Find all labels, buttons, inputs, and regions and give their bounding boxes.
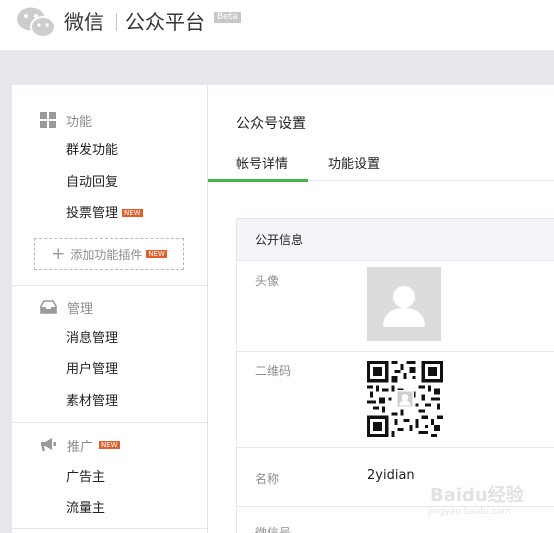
sidebar-item-vote-management[interactable]: 投票管理 NEW: [66, 205, 143, 223]
sidebar-section-promotion: 推广 NEW: [40, 435, 120, 455]
sidebar-item-message-management[interactable]: 消息管理: [66, 330, 118, 348]
tab-bar: 帐号详情 功能设置: [208, 145, 554, 182]
sidebar: 功能 群发功能 自动回复 投票管理 NEW + 添加功能插件 NEW 管理 消息管理…: [12, 85, 208, 533]
sidebar-item-label: 投票管理: [66, 206, 119, 221]
sidebar-item-label: 广告主: [66, 470, 106, 485]
tab-feature-settings[interactable]: 功能设置: [328, 153, 380, 172]
brand-divider: [116, 13, 117, 31]
baidu-watermark: Baidu经验 jingyan.baidu.com: [426, 481, 554, 521]
new-badge: NEW: [146, 250, 167, 258]
top-header: 微信 公众平台 Beta: [0, 0, 554, 50]
watermark-url: jingyan.baidu.com: [428, 507, 512, 517]
sidebar-item-label: 流量主: [66, 501, 106, 516]
avatar-label: 头像: [255, 274, 280, 288]
sidebar-item-user-management[interactable]: 用户管理: [66, 361, 118, 379]
sidebar-item-label: 消息管理: [66, 331, 119, 346]
add-plugin-button[interactable]: + 添加功能插件 NEW: [34, 238, 184, 270]
grid-icon: [40, 112, 56, 128]
inbox-icon: [40, 300, 57, 314]
avatar[interactable]: [367, 267, 441, 341]
account-name-value: 2yidian: [367, 468, 415, 483]
sidebar-section-title: 管理: [67, 301, 94, 317]
sidebar-item-traffic-owner[interactable]: 流量主: [66, 500, 105, 518]
qrcode-image[interactable]: [367, 361, 443, 437]
sidebar-section-title: 功能: [66, 114, 93, 130]
new-badge: NEW: [99, 441, 120, 449]
sidebar-item-label: 自动回复: [66, 175, 119, 190]
sidebar-section-management: 管理: [40, 297, 93, 317]
sidebar-section-features: 功能: [40, 110, 92, 130]
wechat-logo-icon[interactable]: [16, 6, 56, 40]
panel-heading: 公开信息: [237, 219, 554, 261]
sidebar-item-mass-send[interactable]: 群发功能: [66, 142, 118, 160]
sidebar-item-label: 群发功能: [66, 143, 119, 158]
main-content: 公众号设置 帐号详情 功能设置 公开信息 头像 二维码 名称 2yidian 微…: [208, 85, 554, 533]
sidebar-divider: [12, 528, 207, 529]
sidebar-item-advertiser[interactable]: 广告主: [66, 469, 105, 487]
qrcode-label: 二维码: [255, 364, 292, 378]
sidebar-item-label: 用户管理: [66, 362, 119, 377]
row-divider: [237, 351, 554, 352]
user-placeholder-icon: [383, 286, 425, 327]
add-plugin-label: 添加功能插件: [70, 247, 143, 262]
plus-icon: +: [51, 243, 66, 264]
tab-account-details[interactable]: 帐号详情: [236, 153, 288, 172]
megaphone-icon: [40, 438, 57, 452]
row-divider: [237, 447, 554, 448]
active-tab-indicator: [208, 179, 308, 182]
brand-name[interactable]: 微信: [64, 9, 104, 35]
watermark-text: Baidu经验: [430, 485, 524, 506]
page-title: 公众号设置: [236, 116, 306, 132]
sidebar-item-material-management[interactable]: 素材管理: [66, 393, 118, 411]
beta-badge: Beta: [214, 12, 241, 23]
sidebar-section-title: 推广: [67, 439, 94, 455]
sidebar-item-label: 素材管理: [66, 394, 119, 409]
sidebar-divider: [12, 285, 207, 286]
sidebar-item-auto-reply[interactable]: 自动回复: [66, 174, 118, 192]
new-badge: NEW: [122, 209, 143, 217]
name-label: 名称: [255, 472, 280, 486]
platform-name[interactable]: 公众平台: [125, 9, 205, 35]
sidebar-divider: [12, 422, 207, 423]
wechat-id-label: 微信号: [255, 526, 292, 533]
